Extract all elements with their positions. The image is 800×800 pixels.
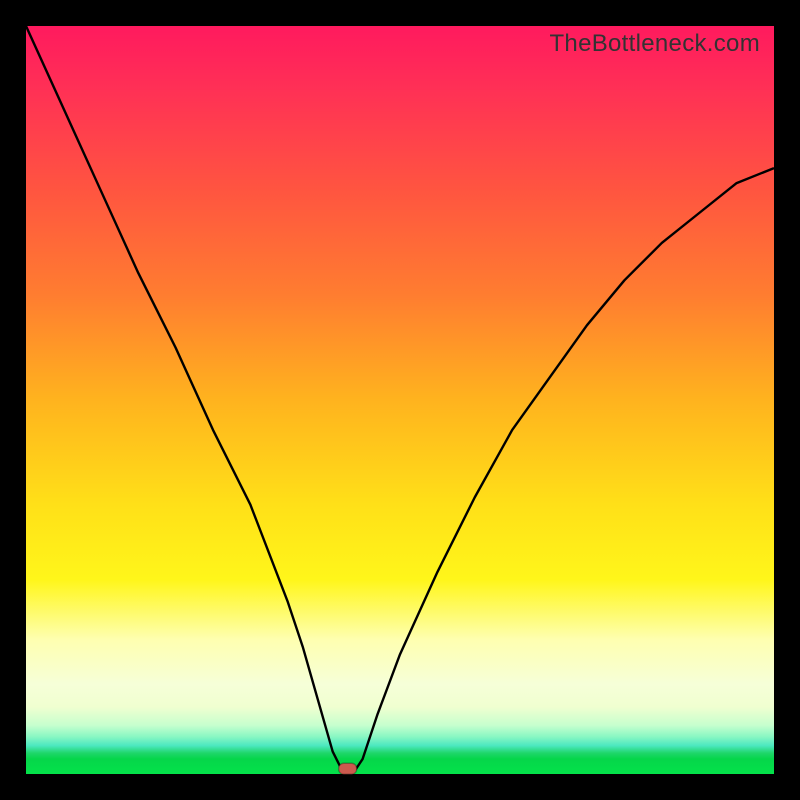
chart-svg [26,26,774,774]
chart-frame: TheBottleneck.com [0,0,800,800]
chart-plot-area: TheBottleneck.com [26,26,774,774]
chart-curve [26,26,774,770]
chart-min-marker [339,763,357,774]
